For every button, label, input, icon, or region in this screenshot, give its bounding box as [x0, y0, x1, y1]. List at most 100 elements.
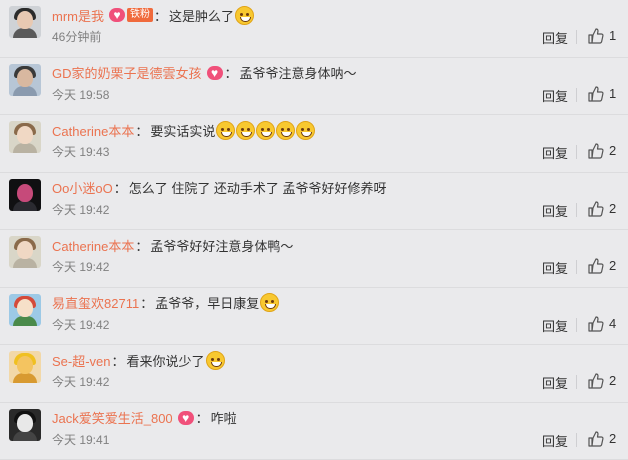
- avatar-face: [17, 241, 33, 259]
- member-heart-icon: ♥: [177, 410, 195, 426]
- reply-button[interactable]: 回复: [542, 258, 568, 277]
- emoji-icon: [256, 121, 275, 140]
- comment-text: 咋啦: [211, 408, 237, 427]
- comment-text: 这是肿么了: [169, 6, 234, 25]
- avatar-body: [13, 143, 37, 153]
- thumbs-up-icon[interactable]: [587, 315, 605, 333]
- reply-button[interactable]: 回复: [542, 143, 568, 162]
- action-divider: [576, 318, 577, 332]
- like-count: 2: [609, 201, 616, 216]
- avatar-face: [17, 299, 33, 317]
- comment-line: Oo小迷oO：怎么了 住院了 还动手术了 孟爷爷好好修养呀: [52, 178, 387, 198]
- action-divider: [576, 203, 577, 217]
- avatar-face: [17, 126, 33, 144]
- thumbs-up-icon[interactable]: [587, 257, 605, 275]
- comment-text: 孟爷爷注意身体呐～: [240, 63, 357, 82]
- emoji-icon: [206, 351, 225, 370]
- avatar[interactable]: [9, 409, 41, 441]
- avatar-body: [13, 431, 37, 441]
- action-divider: [576, 30, 577, 44]
- emoji-icon: [276, 121, 295, 140]
- reply-button[interactable]: 回复: [542, 373, 568, 392]
- reply-button[interactable]: 回复: [542, 431, 568, 450]
- like-count: 2: [609, 258, 616, 273]
- avatar-body: [13, 28, 37, 38]
- avatar-body: [13, 86, 37, 96]
- comment-text: 孟爷爷，早日康复: [155, 293, 259, 312]
- avatar[interactable]: [9, 64, 41, 96]
- fan-badge: 铁粉: [127, 8, 153, 22]
- emoji-icon: [296, 121, 315, 140]
- username-link[interactable]: Jack爱笑爱生活_800: [52, 408, 173, 427]
- avatar[interactable]: [9, 236, 41, 268]
- avatar[interactable]: [9, 121, 41, 153]
- avatar-face: [17, 414, 33, 432]
- thumbs-up-icon[interactable]: [587, 430, 605, 448]
- comment-text: 怎么了 住院了 还动手术了 孟爷爷好好修养呀: [129, 178, 387, 197]
- like-count: 2: [609, 431, 616, 446]
- comment-item: Jack爱笑爱生活_800♥：咋啦今天 19:41回复2: [0, 403, 628, 460]
- avatar[interactable]: [9, 351, 41, 383]
- reply-button[interactable]: 回复: [542, 316, 568, 335]
- action-divider: [576, 433, 577, 447]
- comment-item: Catherine本本：孟爷爷好好注意身体鸭～今天 19:42回复2: [0, 230, 628, 288]
- member-heart-icon: ♥: [108, 7, 126, 23]
- avatar-face: [17, 11, 33, 29]
- emoji-icon: [260, 293, 279, 312]
- emoji-icon: [216, 121, 235, 140]
- thumbs-up-icon[interactable]: [587, 200, 605, 218]
- comment-item: Se-超-ven：看来你说少了今天 19:42 回复 2: [0, 345, 628, 403]
- username-link[interactable]: GD家的奶栗子是德雲女孩: [52, 63, 202, 82]
- comment-timestamp: 今天 19:58: [52, 86, 109, 103]
- thumbs-up-icon[interactable]: [587, 142, 605, 160]
- username-link[interactable]: Catherine本本: [52, 236, 134, 255]
- thumbs-up-icon[interactable]: [587, 372, 605, 390]
- colon-separator: ：: [140, 293, 153, 312]
- comment-text: 看来你说少了: [127, 351, 205, 370]
- comment-line: Jack爱笑爱生活_800♥：咋啦: [52, 408, 237, 428]
- comment-item: Catherine本本：要实话实说今天 19:43回复2: [0, 115, 628, 173]
- comment-timestamp: 今天 19:42: [52, 316, 109, 333]
- comment-line: Catherine本本：孟爷爷好好注意身体鸭～: [52, 235, 293, 255]
- reply-button[interactable]: 回复: [542, 86, 568, 105]
- avatar-body: [13, 373, 37, 383]
- comment-text: 要实话实说: [150, 121, 215, 140]
- username-link[interactable]: Catherine本本: [52, 121, 134, 140]
- reply-button[interactable]: 回复: [542, 28, 568, 47]
- thumbs-up-icon[interactable]: [587, 27, 605, 45]
- avatar[interactable]: [9, 294, 41, 326]
- colon-separator: ：: [225, 63, 238, 82]
- comment-timestamp: 今天 19:42: [52, 373, 109, 390]
- comment-item: 易直玺欢82711：孟爷爷，早日康复今天 19:42回复4: [0, 288, 628, 346]
- avatar[interactable]: [9, 179, 41, 211]
- emoji-icon: [236, 121, 255, 140]
- avatar-face: [17, 69, 33, 87]
- reply-button[interactable]: 回复: [542, 201, 568, 220]
- comment-timestamp: 46分钟前: [52, 28, 101, 45]
- like-count: 1: [609, 86, 616, 101]
- avatar-face: [17, 184, 33, 202]
- colon-separator: ：: [114, 178, 127, 197]
- comment-item: Oo小迷oO：怎么了 住院了 还动手术了 孟爷爷好好修养呀今天 19:42回复2: [0, 173, 628, 231]
- colon-separator: ：: [196, 408, 209, 427]
- avatar[interactable]: [9, 6, 41, 38]
- comment-line: 易直玺欢82711：孟爷爷，早日康复: [52, 293, 279, 313]
- comment-item: mrm是我♥铁粉：这是肿么了46分钟前回复1: [0, 0, 628, 58]
- action-divider: [576, 145, 577, 159]
- comment-line: GD家的奶栗子是德雲女孩♥：孟爷爷注意身体呐～: [52, 63, 357, 83]
- emoji-icon: [235, 6, 254, 25]
- colon-separator: ：: [135, 121, 148, 140]
- avatar-body: [13, 258, 37, 268]
- thumbs-up-icon[interactable]: [587, 85, 605, 103]
- colon-separator: ：: [135, 236, 148, 255]
- comment-timestamp: 今天 19:42: [52, 201, 109, 218]
- like-count: 2: [609, 373, 616, 388]
- colon-separator: ：: [112, 351, 125, 370]
- avatar-body: [13, 201, 37, 211]
- comment-line: mrm是我♥铁粉：这是肿么了: [52, 5, 254, 25]
- username-link[interactable]: Oo小迷oO: [52, 178, 113, 197]
- comment-text: 孟爷爷好好注意身体鸭～: [150, 236, 293, 255]
- username-link[interactable]: mrm是我: [52, 6, 104, 25]
- username-link[interactable]: 易直玺欢82711: [52, 293, 139, 312]
- username-link[interactable]: Se-超-ven: [52, 351, 111, 370]
